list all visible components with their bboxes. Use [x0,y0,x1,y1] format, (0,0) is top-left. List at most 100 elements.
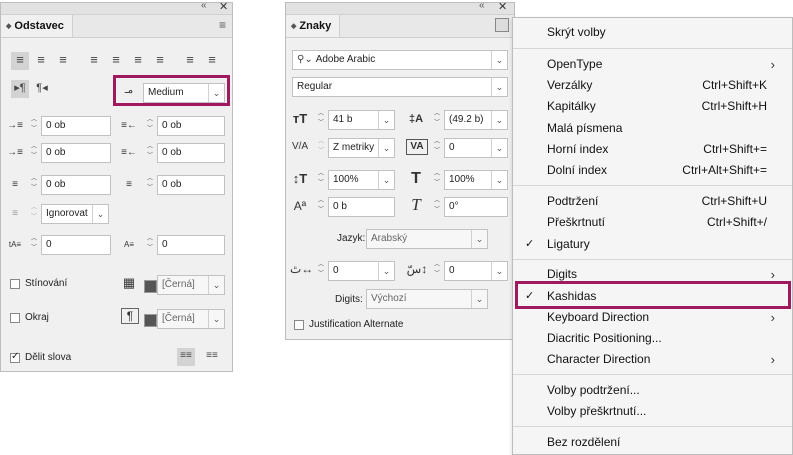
diacritic-y-spinner[interactable]: ︿ ﹀ [432,261,442,281]
baseline-shift-input[interactable]: 0 b [328,197,395,217]
collapse-icon[interactable]: « [479,0,485,11]
align-grid-spinner[interactable]: ︿ ﹀ [29,204,39,224]
chevron-down-icon: ⌄ [491,139,507,157]
character-panel-menu: Skrýt volby OpenType › Verzálky Ctrl+Shi… [512,17,793,455]
paragraph-composer-button[interactable]: ≡≡ [203,348,221,366]
right-indent-input[interactable]: 0 ob [157,116,225,136]
horizontal-scale-dropdown[interactable]: 100% ⌄ [444,170,508,190]
ltr-direction-button[interactable]: ¶◂ [33,80,51,98]
diacritic-y-dropdown[interactable]: 0 ⌄ [444,261,508,281]
menu-item-ligatures[interactable]: ✓ Ligatury [513,234,792,255]
first-line-indent-input[interactable]: 0 ob [41,143,111,163]
diacritic-x-spinner[interactable]: ︿ ﹀ [316,261,326,281]
chevron-down-icon: ⌄ [378,139,394,157]
vertical-scale-spinner[interactable]: ︿ ﹀ [316,170,326,190]
menu-item-diacritic-positioning[interactable]: Diacritic Positioning... [513,328,792,349]
drop-cap-chars-input[interactable]: 0 [157,235,225,255]
leading-input[interactable]: (49.2 b) ⌄ [444,110,508,130]
baseline-shift-spinner[interactable]: ︿ ﹀ [316,197,326,217]
space-before-input[interactable]: 0 ob [41,175,111,195]
skew-spinner[interactable]: ︿ ﹀ [432,197,442,217]
menu-item-hide-options[interactable]: Skrýt volby [513,22,792,43]
right-indent-spinner[interactable]: ︿ ﹀ [145,116,155,136]
align-away-spine-button[interactable]: ≡ [203,52,221,70]
close-icon[interactable]: ✕ [219,0,228,13]
menu-item-label: OpenType [547,57,603,71]
menu-item-subscript[interactable]: Dolní index Ctrl+Alt+Shift+= [513,160,792,181]
menu-item-shortcut: Ctrl+Alt+Shift+= [682,163,767,177]
menu-item-opentype[interactable]: OpenType › [513,54,792,75]
kerning-spinner[interactable]: ︿ ﹀ [316,138,326,158]
leading-spinner[interactable]: ︿ ﹀ [432,110,442,130]
font-size-input[interactable]: 41 b ⌄ [328,110,395,130]
menu-item-strikethrough[interactable]: Přeškrtnutí Ctrl+Shift+/ [513,212,792,233]
tab-character[interactable]: ◆ Znaky [286,15,341,37]
chevron-down-icon: ⌄ [491,171,507,189]
right-indent-icon: ≡← [121,120,137,131]
left-indent-spinner[interactable]: ︿ ﹀ [29,116,39,136]
chevron-down-icon: ⌄ [471,230,487,248]
align-right-button[interactable]: ≡ [54,52,72,70]
vertical-scale-icon: ↕T [292,171,308,186]
menu-item-no-break[interactable]: Bez rozdělení [513,432,792,453]
last-line-indent-input[interactable]: 0 ob [157,143,225,163]
menu-item-lowercase[interactable]: Malá písmena [513,118,792,139]
close-icon[interactable]: ✕ [498,0,507,13]
align-grid-dropdown[interactable]: Ignorovat ⌄ [41,204,109,224]
justification-alternate-checkbox[interactable] [294,320,304,330]
justify-left-button[interactable]: ≡ [85,52,103,70]
font-family-dropdown[interactable]: ⚲⌄ Adobe Arabic ⌄ [292,50,508,70]
horizontal-scale-value: 100% [449,174,475,185]
space-after-input[interactable]: 0 ob [157,175,225,195]
horizontal-scale-spinner[interactable]: ︿ ﹀ [432,170,442,190]
kerning-dropdown[interactable]: Z metriky ⌄ [328,138,395,158]
single-line-composer-button[interactable]: ≡≡ [177,348,195,366]
menu-item-underline[interactable]: Podtržení Ctrl+Shift+U [513,191,792,212]
menu-item-label: Bez rozdělení [547,435,621,449]
font-size-spinner[interactable]: ︿ ﹀ [316,110,326,130]
vertical-scale-dropdown[interactable]: 100% ⌄ [328,170,395,190]
menu-item-keyboard-direction[interactable]: Keyboard Direction › [513,307,792,328]
align-left-button[interactable]: ≡ [11,52,29,70]
space-after-spinner[interactable]: ︿ ﹀ [145,175,155,195]
menu-item-underline-options[interactable]: Volby podtržení... [513,380,792,401]
left-indent-input[interactable]: 0 ob [41,116,111,136]
skew-icon: T [411,195,421,214]
tracking-dropdown[interactable]: 0 ⌄ [444,138,508,158]
language-dropdown[interactable]: Arabský ⌄ [366,229,488,249]
border-color-dropdown[interactable]: [Černá] ⌄ [157,309,225,329]
tracking-spinner[interactable]: ︿ ﹀ [432,138,442,158]
border-checkbox[interactable] [10,313,20,323]
menu-item-superscript[interactable]: Horní index Ctrl+Shift+= [513,139,792,160]
panel-menu-icon[interactable] [495,18,509,32]
justify-right-button[interactable]: ≡ [129,52,147,70]
chevron-down-icon: ⌄ [378,111,394,129]
shading-checkbox[interactable] [10,279,20,289]
align-spine-button[interactable]: ≡ [181,52,199,70]
collapse-icon[interactable]: « [201,0,207,11]
justify-all-button[interactable]: ≡ [151,52,169,70]
menu-item-small-caps[interactable]: Kapitálky Ctrl+Shift+H [513,96,792,117]
panel-title: Odstavec [14,20,64,32]
drop-cap-chars-spinner[interactable]: ︿ ﹀ [145,235,155,255]
shading-color-dropdown[interactable]: [Černá] ⌄ [157,275,225,295]
align-center-button[interactable]: ≡ [32,52,50,70]
panel-menu-icon[interactable]: ≡ [219,18,226,32]
rtl-direction-button[interactable]: ▸¶ [11,80,29,98]
hyphenate-checkbox[interactable] [10,351,20,363]
tab-paragraph[interactable]: ◆ Odstavec [1,15,73,37]
digits-dropdown[interactable]: Výchozí ⌄ [366,289,488,309]
first-line-indent-spinner[interactable]: ︿ ﹀ [29,143,39,163]
menu-item-strikethrough-options[interactable]: Volby přeškrtnutí... [513,401,792,422]
drop-cap-lines-input[interactable]: 0 [41,235,111,255]
diacritic-x-dropdown[interactable]: 0 ⌄ [328,261,395,281]
menu-item-all-caps[interactable]: Verzálky Ctrl+Shift+K [513,75,792,96]
justify-center-button[interactable]: ≡ [107,52,125,70]
last-line-indent-spinner[interactable]: ︿ ﹀ [145,143,155,163]
chevron-down-icon: ⌄ [471,290,487,308]
font-style-dropdown[interactable]: Regular ⌄ [292,77,508,97]
space-before-spinner[interactable]: ︿ ﹀ [29,175,39,195]
skew-input[interactable]: 0° [444,197,508,217]
menu-item-character-direction[interactable]: Character Direction › [513,349,792,370]
drop-cap-lines-spinner[interactable]: ︿ ﹀ [29,235,39,255]
